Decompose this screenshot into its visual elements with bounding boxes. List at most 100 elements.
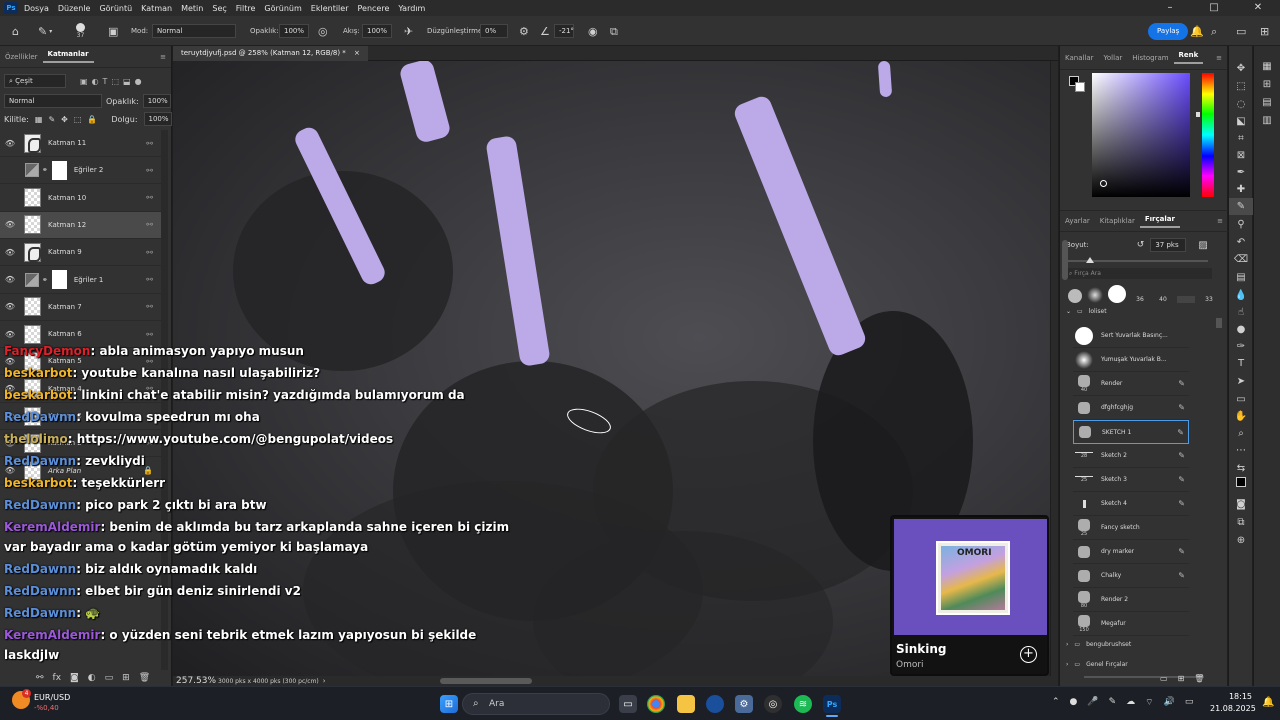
link-icon[interactable]: ⚯	[146, 275, 153, 284]
preset-brush-2[interactable]	[1087, 287, 1103, 303]
gradients-panel-icon[interactable]: ▤	[1255, 94, 1279, 111]
chat-username[interactable]: RedDawnn	[4, 584, 76, 598]
chat-username[interactable]: RedDawnn	[4, 410, 76, 424]
layer-filter-select[interactable]: ⌕ Çeşit	[4, 74, 66, 88]
airbrush-icon[interactable]: ✈	[404, 16, 413, 46]
visibility-eye-icon[interactable]: 👁	[0, 330, 20, 339]
tab-properties[interactable]: Özellikler	[0, 53, 43, 61]
right-panel-scrollbar[interactable]	[1062, 240, 1068, 280]
menu-plugins[interactable]: Eklentiler	[311, 4, 349, 13]
fx-icon[interactable]: fx	[53, 673, 62, 683]
visibility-eye-icon[interactable]: 👁	[0, 275, 20, 284]
close-icon[interactable]: ✕	[1236, 0, 1280, 16]
tab-color[interactable]: Renk	[1173, 51, 1204, 64]
hue-slider-handle[interactable]	[1196, 112, 1200, 117]
taskbar-search[interactable]: ⌕ Ara	[462, 693, 610, 715]
notifications-icon[interactable]: 🔔	[1262, 697, 1274, 708]
visibility-eye-icon[interactable]: 👁	[0, 220, 20, 229]
share-button[interactable]: Paylaş	[1148, 22, 1189, 40]
menu-help[interactable]: Yardım	[398, 4, 425, 13]
brush-folder-loliset[interactable]: ⌄ ▭ loliset	[1066, 308, 1107, 315]
brush-edit-icon[interactable]: ✎	[1178, 547, 1185, 556]
history-panel-icon[interactable]: ▥	[1255, 112, 1279, 129]
blur-tool-icon[interactable]: 💧	[1229, 287, 1253, 304]
lock-transparent-icon[interactable]: ▦	[35, 115, 43, 124]
brush-preset-row[interactable]: SKETCH 1 ✎	[1073, 420, 1189, 444]
lock-all-icon[interactable]: 🔒	[87, 115, 97, 124]
link-icon[interactable]: ⚯	[146, 330, 153, 339]
chevron-up-icon[interactable]: ⌃	[1052, 697, 1060, 708]
filter-type-icon[interactable]: T	[103, 77, 108, 86]
lasso-tool-icon[interactable]: ◌	[1229, 96, 1253, 113]
brush-preset-row[interactable]: 25 Sketch 3 ✎	[1073, 468, 1189, 492]
chat-username[interactable]: KeremAldemir	[4, 520, 100, 534]
pressure-opacity-icon[interactable]: ◎	[318, 16, 328, 46]
zoom-tool-icon[interactable]: ⌕	[1229, 425, 1253, 442]
layer-thumbnail[interactable]	[24, 188, 41, 208]
tab-layers[interactable]: Katmanlar	[42, 50, 94, 63]
brush-tool-icon[interactable]: ✎ ▾	[38, 16, 52, 46]
tab-libraries[interactable]: Kitaplıklar	[1095, 217, 1140, 225]
object-select-icon[interactable]: ⬕	[1229, 113, 1253, 130]
mask-link-icon[interactable]: ⚭	[42, 166, 48, 174]
link-icon[interactable]: ⚯	[146, 166, 153, 175]
shape-tool-icon[interactable]: ▭	[1229, 391, 1253, 408]
close-tab-icon[interactable]: ×	[354, 49, 360, 57]
photoshop-taskbar-icon[interactable]: Ps	[823, 695, 841, 713]
layer-row[interactable]: 👁 Katman 7 ⚯	[0, 294, 161, 321]
smudge-tool-icon[interactable]: ☝	[1229, 304, 1253, 321]
brush-preset-row[interactable]: 40 Render ✎	[1073, 372, 1189, 396]
layer-name[interactable]: Katman 11	[48, 139, 146, 147]
color-picker-handle[interactable]	[1100, 180, 1107, 187]
brush-preset-row[interactable]: dry marker ✎	[1073, 540, 1189, 564]
canvas-vertical-scrollbar[interactable]	[1051, 61, 1058, 676]
layer-name[interactable]: Katman 9	[48, 248, 146, 256]
filter-pixel-icon[interactable]: ▣	[80, 77, 88, 86]
bell-icon[interactable]: 🔔	[1190, 16, 1204, 46]
color-picker-field[interactable]	[1092, 73, 1190, 197]
brush-size-input[interactable]: 37 pks	[1150, 238, 1187, 252]
minimize-icon[interactable]: –	[1148, 0, 1192, 16]
workspace-icon[interactable]: ▭	[1236, 16, 1246, 46]
menu-layer[interactable]: Katman	[141, 4, 172, 13]
angle-input[interactable]: -21°	[554, 24, 574, 38]
panel-menu-icon[interactable]: ≡	[155, 53, 171, 61]
chat-username[interactable]: beskarbot	[4, 366, 72, 380]
link-icon[interactable]: ⚯	[146, 193, 153, 202]
marquee-tool-icon[interactable]: ⬚	[1229, 78, 1253, 95]
add-mask-icon[interactable]: ◙	[70, 673, 79, 683]
brush-size-picker[interactable]: 37	[76, 16, 85, 46]
adjustment-icon[interactable]: ◐	[88, 673, 96, 683]
quick-mask-icon[interactable]: ◙	[1229, 496, 1253, 513]
preset-brush-3[interactable]	[1108, 285, 1126, 303]
layer-row[interactable]: 👁 Katman 9 ⚯	[0, 239, 161, 267]
arrange-icon[interactable]: ⊞	[1260, 16, 1269, 46]
lock-artboard-icon[interactable]: ⬚	[74, 115, 82, 124]
wifi-icon[interactable]: ⌔	[1145, 697, 1153, 708]
layer-name[interactable]: Katman 5	[48, 357, 146, 365]
chat-username[interactable]: beskarbot	[4, 388, 72, 402]
menu-select[interactable]: Seç	[212, 4, 226, 13]
brush-preset-row[interactable]: 150 Megafur	[1073, 612, 1189, 636]
brush-preset-row[interactable]: Chalky ✎	[1073, 564, 1189, 588]
brush-edit-icon[interactable]: ✎	[1178, 403, 1185, 412]
stamp-tool-icon[interactable]: ⚲	[1229, 216, 1253, 233]
brush-preset-row[interactable]: dfghfcghjg ✎	[1073, 396, 1189, 420]
chat-username[interactable]: thelolimo	[4, 432, 68, 446]
preset-brush-5[interactable]: 40	[1154, 296, 1172, 303]
swatches-panel-icon[interactable]: ▦	[1255, 58, 1279, 75]
status-arrow-icon[interactable]: ›	[323, 677, 326, 685]
brush-group-2[interactable]: › ▭ Genel Fırçalar	[1066, 661, 1128, 668]
layer-thumbnail[interactable]	[24, 133, 41, 153]
link-icon[interactable]: ⚯	[146, 357, 153, 366]
new-group-icon[interactable]: ▭	[105, 673, 114, 683]
zoom-level[interactable]: 257.53%	[176, 676, 216, 686]
cloud-icon[interactable]: ☁	[1126, 697, 1135, 708]
filter-shape-icon[interactable]: ⬚	[111, 77, 119, 86]
filter-toggle-icon[interactable]: ●	[135, 77, 142, 86]
layer-row[interactable]: Katman 10 ⚯	[0, 185, 161, 212]
tray-app-icon[interactable]: ●	[1070, 697, 1078, 708]
home-icon[interactable]: ⌂	[12, 16, 19, 46]
history-brush-icon[interactable]: ↶	[1229, 234, 1253, 251]
layer-name[interactable]: Eğriler 2	[74, 166, 146, 174]
